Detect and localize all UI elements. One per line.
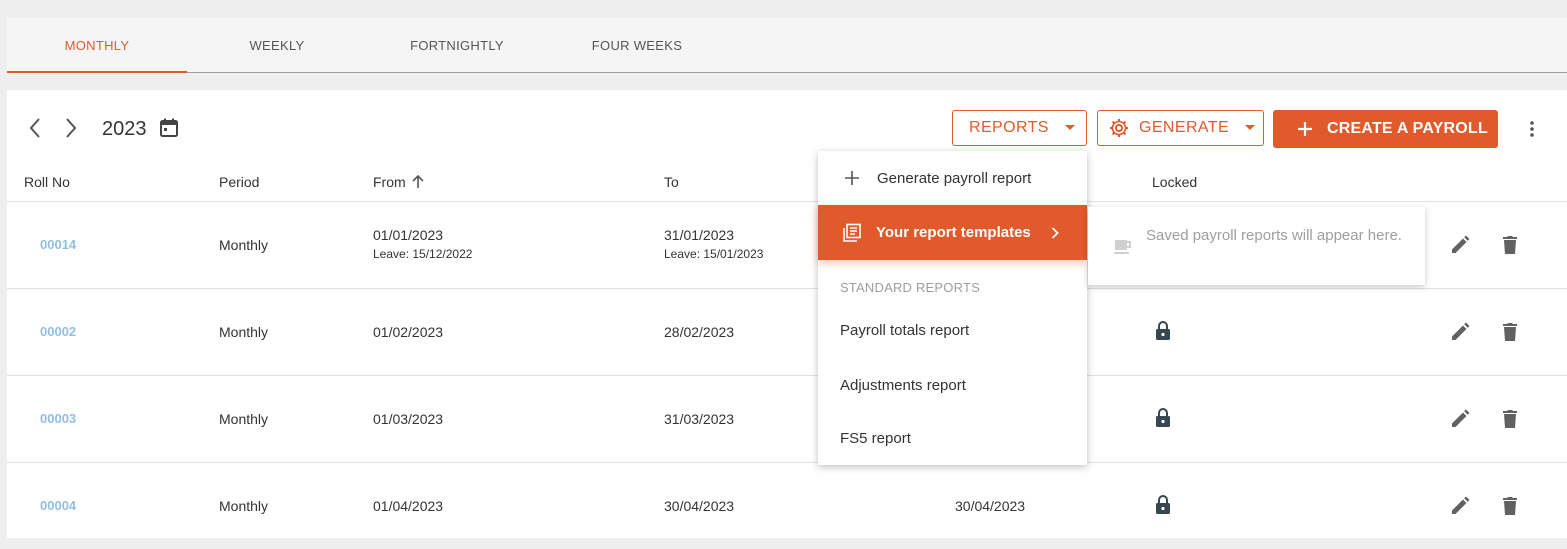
pencil-icon — [1452, 409, 1470, 427]
report-templates-submenu: Saved payroll reports will appear here. — [1088, 207, 1425, 285]
pencil-icon — [1452, 496, 1470, 514]
adjustments-report-item[interactable]: Adjustments report — [818, 358, 1087, 412]
delete-button[interactable] — [1498, 320, 1522, 344]
roll-number-link[interactable]: 00014 — [40, 237, 76, 252]
roll-number-link[interactable]: 00004 — [40, 498, 76, 513]
report-templates-item[interactable]: Your report templates — [818, 205, 1087, 260]
from-cell: 01/01/2023 Leave: 15/12/2022 — [373, 227, 472, 261]
plus-icon — [1298, 122, 1312, 136]
from-date: 01/01/2023 — [373, 227, 444, 243]
empty-templates-message: Saved payroll reports will appear here. — [1146, 227, 1402, 244]
calendar-button[interactable] — [159, 118, 179, 138]
payroll-card: 2023 REPORTS GENERATE CREATE A PAYROLL R… — [7, 90, 1567, 538]
chevron-right-icon — [66, 118, 77, 138]
payroll-totals-report-item[interactable]: Payroll totals report — [818, 303, 1087, 357]
generate-button-label: GENERATE — [1139, 119, 1230, 136]
edit-button[interactable] — [1448, 494, 1472, 518]
from-leave-date: Leave: 15/12/2022 — [373, 247, 473, 261]
roll-number-link[interactable]: 00002 — [40, 324, 76, 339]
from-cell: 01/02/2023 — [373, 324, 444, 340]
tab-four-weeks[interactable]: FOUR WEEKS — [547, 18, 727, 72]
header-roll-no[interactable]: Roll No — [24, 174, 70, 190]
reports-button-label: REPORTS — [969, 119, 1049, 136]
header-from[interactable]: From — [373, 174, 424, 190]
to-cell: 30/04/2023 — [664, 498, 735, 514]
edit-button[interactable] — [1448, 320, 1472, 344]
chevron-left-icon — [29, 118, 40, 138]
roll-number-link[interactable]: 00003 — [40, 411, 76, 426]
lock-icon — [1156, 495, 1170, 514]
generate-payroll-report-item[interactable]: Generate payroll report — [818, 151, 1087, 205]
period-cell: Monthly — [219, 498, 269, 514]
generate-payroll-report-label: Generate payroll report — [877, 169, 1032, 187]
create-payroll-label: CREATE A PAYROLL — [1327, 120, 1488, 137]
period-cell: Monthly — [219, 411, 269, 427]
to-date: 31/01/2023 — [664, 227, 735, 243]
trash-icon — [1503, 323, 1517, 341]
from-cell: 01/04/2023 — [373, 498, 444, 514]
lock-icon — [1156, 321, 1170, 340]
edit-button[interactable] — [1448, 233, 1472, 257]
to-cell: 28/02/2023 — [664, 324, 735, 340]
reports-menu: Generate payroll report Your report temp… — [818, 151, 1087, 465]
sort-arrow-up-icon — [412, 175, 424, 188]
trash-icon — [1503, 236, 1517, 254]
lock-icon — [1156, 408, 1170, 427]
coffee-cup-icon — [1114, 240, 1131, 254]
to-cell: 31/03/2023 — [664, 411, 735, 427]
period-cell: Monthly — [219, 237, 269, 253]
edit-button[interactable] — [1448, 407, 1472, 431]
locked-indicator — [1151, 319, 1175, 343]
table-row[interactable]: 00002 Monthly 01/02/2023 28/02/2023 — [7, 288, 1567, 375]
create-payroll-button[interactable]: CREATE A PAYROLL — [1273, 110, 1498, 148]
more-options-button[interactable] — [1521, 118, 1543, 140]
tab-fortnightly[interactable]: FORTNIGHTLY — [367, 18, 547, 72]
header-locked[interactable]: Locked — [1152, 174, 1197, 190]
trash-icon — [1503, 497, 1517, 515]
header-to[interactable]: To — [664, 174, 679, 190]
generate-button[interactable]: GENERATE — [1097, 110, 1264, 146]
gear-icon — [1110, 119, 1128, 137]
next-year-button[interactable] — [59, 116, 83, 140]
to-cell: 31/01/2023 Leave: 15/01/2023 — [664, 227, 763, 261]
from-cell: 01/03/2023 — [373, 411, 444, 427]
report-templates-label: Your report templates — [876, 224, 1031, 241]
delete-button[interactable] — [1498, 407, 1522, 431]
year-display: 2023 — [102, 118, 147, 140]
pencil-icon — [1452, 322, 1470, 340]
caret-down-icon — [1245, 125, 1256, 130]
delete-button[interactable] — [1498, 494, 1522, 518]
header-from-label: From — [373, 174, 406, 190]
period-cell: Monthly — [219, 324, 269, 340]
caret-down-icon — [1064, 125, 1075, 130]
tab-monthly[interactable]: MONTHLY — [7, 18, 187, 73]
pencil-icon — [1452, 235, 1470, 253]
header-period[interactable]: Period — [219, 174, 259, 190]
locked-indicator — [1151, 406, 1175, 430]
plus-icon — [845, 171, 859, 185]
table-row[interactable]: 00003 Monthly 01/03/2023 31/03/2023 — [7, 375, 1567, 462]
to-leave-date: Leave: 15/01/2023 — [664, 247, 764, 261]
more-vertical-icon — [1530, 121, 1534, 137]
tab-weekly[interactable]: WEEKLY — [187, 18, 367, 72]
calendar-icon — [160, 118, 178, 137]
payroll-frequency-tabs: MONTHLY WEEKLY FORTNIGHTLY FOUR WEEKS — [7, 18, 1567, 73]
delete-button[interactable] — [1498, 233, 1522, 257]
chevron-right-icon — [1051, 226, 1059, 239]
fs5-report-item[interactable]: FS5 report — [818, 412, 1087, 465]
previous-year-button[interactable] — [23, 116, 47, 140]
table-row[interactable]: 00004 Monthly 01/04/2023 30/04/2023 30/0… — [7, 462, 1567, 549]
trash-icon — [1503, 410, 1517, 428]
standard-reports-heading: STANDARD REPORTS — [840, 280, 980, 295]
library-books-icon — [843, 223, 861, 242]
locked-indicator — [1151, 493, 1175, 517]
pay-date-cell: 30/04/2023 — [955, 498, 1026, 514]
reports-button[interactable]: REPORTS — [952, 110, 1087, 146]
